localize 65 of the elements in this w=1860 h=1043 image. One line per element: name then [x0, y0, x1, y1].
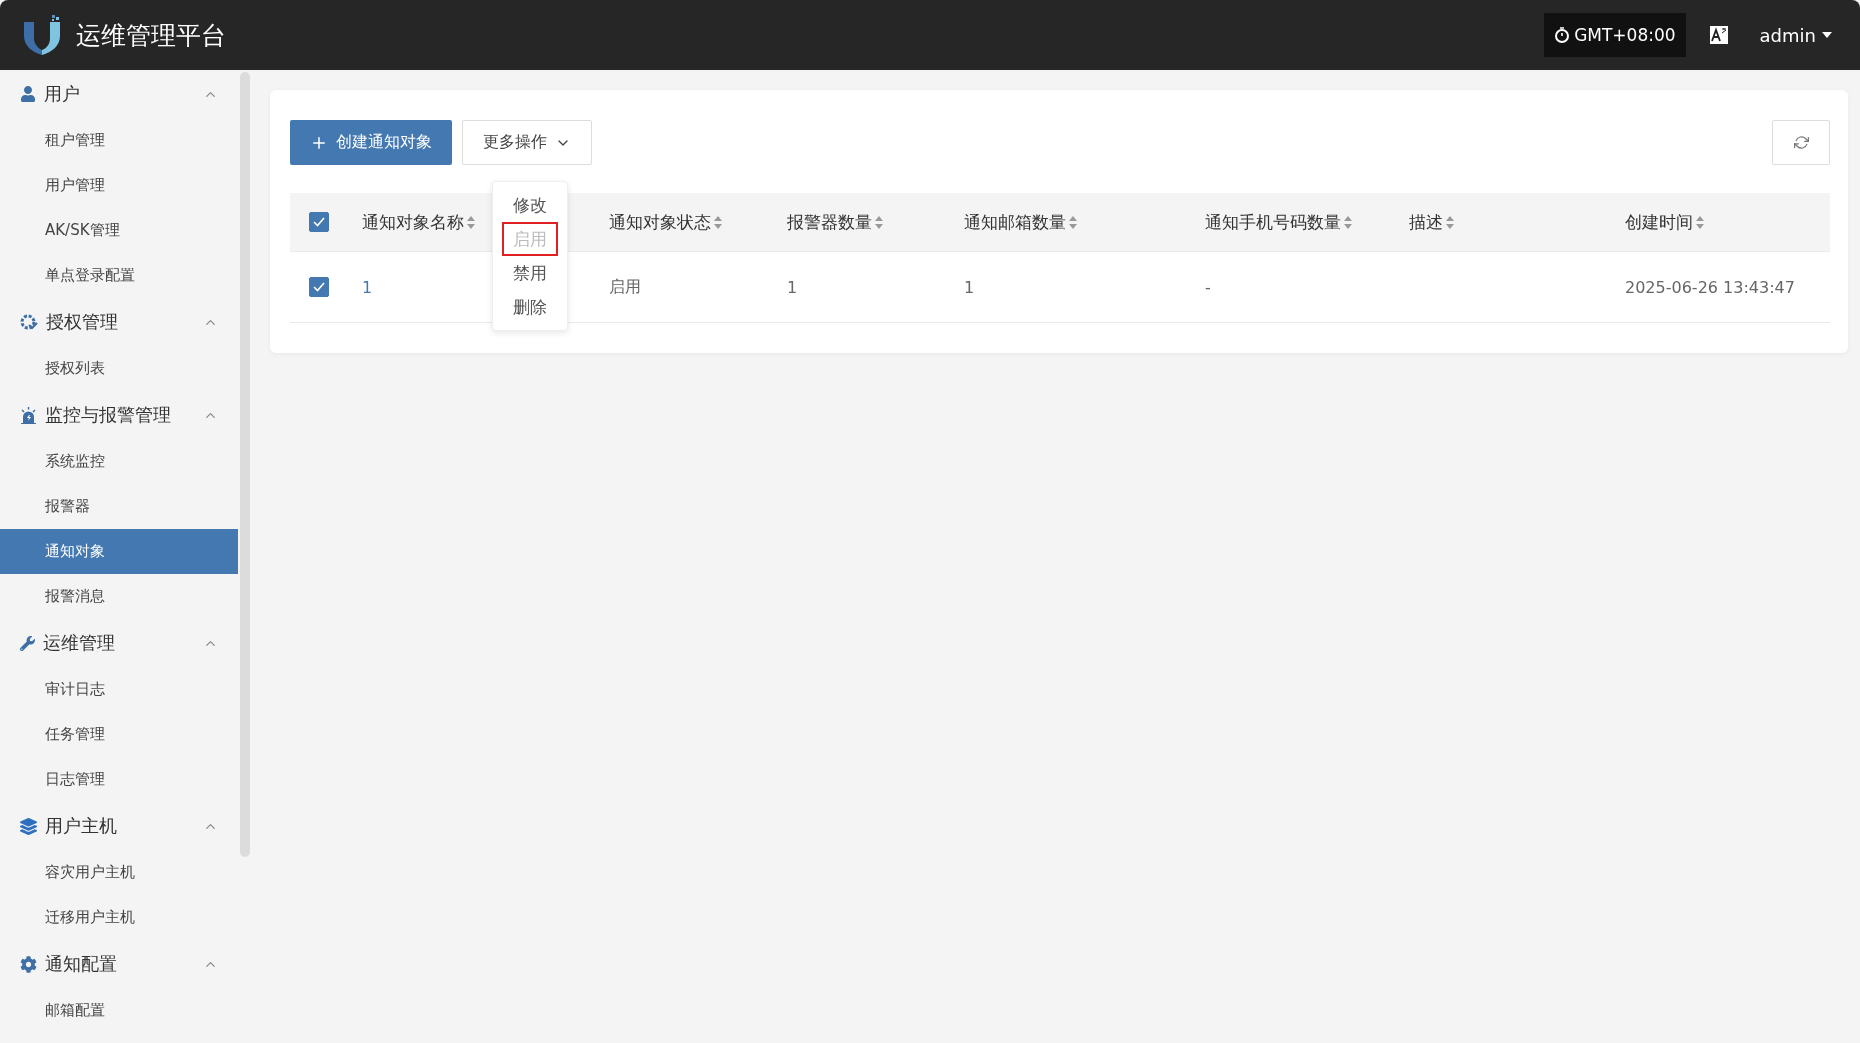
column-header[interactable]: 通知手机号码数量 [1205, 210, 1341, 234]
menu-group[interactable]: 通知配置 [0, 940, 238, 988]
row-checkbox[interactable] [309, 277, 329, 297]
table-cell-text: - [1205, 277, 1212, 297]
menu-group[interactable]: 用户主机 [0, 802, 238, 850]
timer-icon [1554, 27, 1571, 43]
timezone-badge: GMT+08:00 [1544, 13, 1686, 57]
column-header[interactable]: 报警器数量 [787, 210, 872, 234]
layers-icon [20, 817, 37, 835]
menu-item[interactable]: AK/SK管理 [0, 208, 238, 253]
more-actions-button[interactable]: 更多操作 [462, 120, 592, 165]
table-cell-text: 1 [964, 277, 976, 297]
menu-item[interactable]: 容灾用户主机 [0, 850, 238, 895]
scrollbar[interactable] [240, 72, 250, 857]
menu-option[interactable]: 删除 [502, 290, 558, 324]
table-cell-text: 启用 [609, 276, 642, 298]
menu-group[interactable]: 用户 [0, 70, 238, 118]
menu-item[interactable]: 通知对象 [0, 529, 238, 574]
menu-item[interactable]: 租户管理 [0, 118, 238, 163]
sort-icon[interactable] [714, 215, 722, 229]
menu-item[interactable]: 迁移用户主机 [0, 895, 238, 940]
sort-icon[interactable] [1069, 215, 1077, 229]
sort-icon[interactable] [875, 215, 883, 229]
column-header[interactable]: 通知对象状态 [609, 210, 711, 234]
menu-item[interactable]: 任务管理 [0, 712, 238, 757]
menu-item[interactable]: 授权列表 [0, 346, 238, 391]
sort-icon[interactable] [1696, 215, 1704, 229]
sort-icon[interactable] [467, 215, 475, 229]
table-cell-text: 1 [787, 277, 799, 297]
menu-group[interactable]: 监控与报警管理 [0, 391, 238, 439]
settings-icon [20, 955, 37, 973]
menu-option[interactable]: 修改 [502, 188, 558, 222]
user-menu[interactable]: admin [1753, 23, 1838, 47]
menu-option[interactable]: 禁用 [502, 256, 558, 290]
wrench-icon [20, 635, 35, 651]
select-all-checkbox[interactable] [309, 212, 329, 232]
sort-icon[interactable] [1446, 215, 1454, 229]
menu-item[interactable]: 报警消息 [0, 574, 238, 619]
sort-icon[interactable] [1344, 215, 1352, 229]
menu-item[interactable]: 用户管理 [0, 163, 238, 208]
column-header[interactable]: 通知对象名称 [362, 210, 464, 234]
alarm-light-icon [20, 406, 37, 424]
checkmark-icon [313, 217, 325, 227]
column-header[interactable]: 通知邮箱数量 [964, 210, 1066, 234]
checkmark-icon [313, 282, 325, 292]
menu-group[interactable]: 授权管理 [0, 298, 238, 346]
caret-down-icon [1822, 32, 1832, 38]
column-header[interactable]: 描述 [1409, 210, 1443, 234]
create-button[interactable]: 创建通知对象 [290, 120, 452, 165]
menu-item[interactable]: 单点登录配置 [0, 253, 238, 298]
menu-item[interactable]: 系统监控 [0, 439, 238, 484]
language-icon[interactable] [1709, 26, 1728, 44]
menu-item[interactable]: 报警器 [0, 484, 238, 529]
user-icon [20, 86, 36, 102]
app-title: 运维管理平台 [76, 19, 226, 52]
menu-item[interactable]: 审计日志 [0, 667, 238, 712]
table-cell-text: 2025-06-26 13:43:47 [1625, 277, 1796, 297]
gear-check-icon [20, 313, 38, 331]
refresh-icon [1793, 135, 1809, 150]
menu-item[interactable]: 日志管理 [0, 757, 238, 802]
column-header[interactable]: 创建时间 [1625, 210, 1693, 234]
refresh-button[interactable] [1772, 120, 1830, 165]
menu-group[interactable]: 运维管理 [0, 619, 238, 667]
shield-logo-icon [22, 14, 62, 56]
menu-item[interactable]: 邮箱配置 [0, 988, 238, 1033]
